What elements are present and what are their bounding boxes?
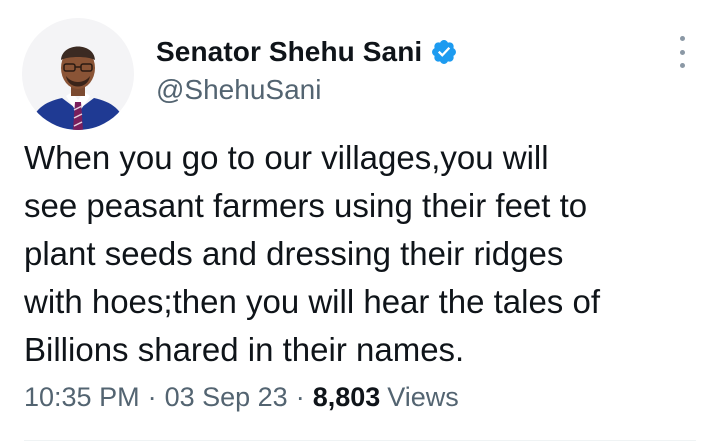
more-dot: [679, 36, 685, 41]
avatar[interactable]: [22, 18, 134, 130]
tweet-header: Senator Shehu Sani @ShehuSani: [156, 34, 458, 106]
tweet-line: plant seeds and dressing their ridges: [24, 235, 564, 272]
tweet-date[interactable]: 03 Sep 23: [165, 382, 288, 413]
tweet-time[interactable]: 10:35 PM: [24, 382, 140, 413]
tweet-line: with hoes;then you will hear the tales o…: [24, 283, 601, 320]
more-dot: [679, 49, 685, 55]
more-options-icon[interactable]: [674, 36, 690, 68]
views-count[interactable]: 8,803: [313, 382, 381, 413]
name-row: Senator Shehu Sani: [156, 34, 458, 70]
meta-separator: ·: [295, 382, 305, 412]
tweet-line: Billions shared in their names.: [24, 331, 465, 368]
tweet-line: see peasant farmers using their feet to: [24, 187, 588, 224]
more-dot: [679, 63, 685, 68]
divider: [24, 440, 696, 441]
verified-badge-icon: [430, 38, 458, 66]
tweet-card: Senator Shehu Sani @ShehuSani When you g…: [0, 0, 720, 443]
tweet-line: When you go to our villages,you will: [24, 139, 549, 176]
meta-separator: ·: [147, 382, 157, 412]
views-label: Views: [387, 382, 459, 412]
tweet-text: When you go to our villages,you will see…: [24, 134, 694, 374]
tweet-meta: 10:35 PM · 03 Sep 23 · 8,803 Views: [24, 382, 459, 413]
user-handle[interactable]: @ShehuSani: [156, 74, 458, 106]
display-name[interactable]: Senator Shehu Sani: [156, 36, 422, 68]
